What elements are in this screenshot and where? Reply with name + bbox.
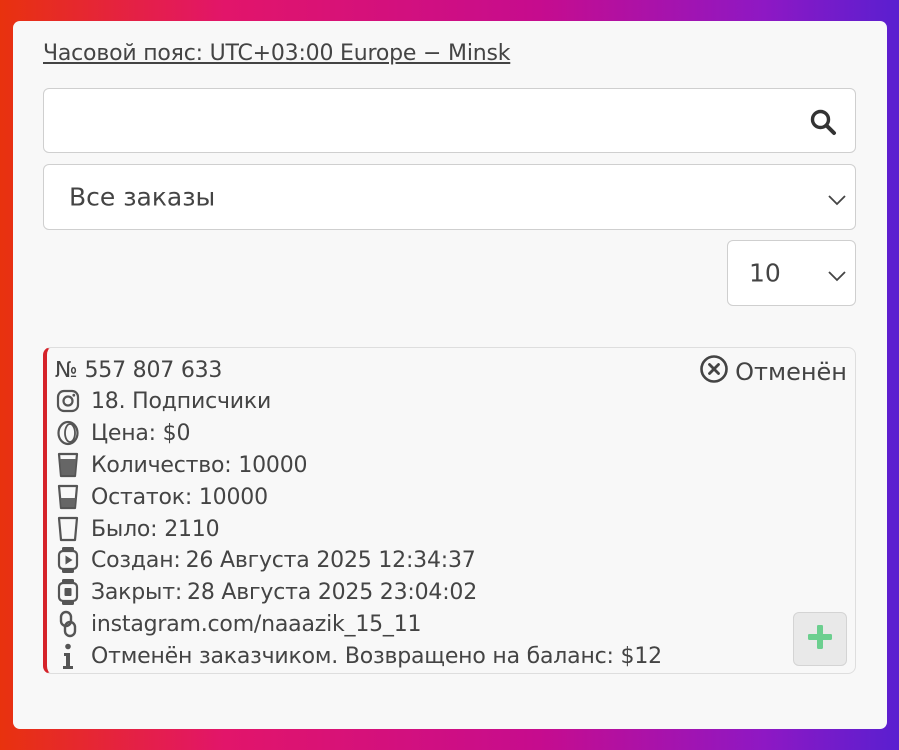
order-price-row: Цена: $0: [55, 418, 190, 448]
search-box: [43, 88, 856, 153]
order-remains: Остаток: 10000: [91, 484, 268, 510]
page-size-value: 10: [749, 258, 781, 288]
orders-panel: Часовой пояс: UTC+03:00 Europe − Minsk В…: [13, 21, 887, 729]
plus-icon: [807, 624, 833, 654]
order-created-value: 26 Августа 2025 12:34:37: [185, 547, 476, 573]
status-filter-select[interactable]: Все заказы: [43, 164, 856, 230]
order-service: 18. Подписчики: [91, 388, 272, 414]
watch-stop-icon: [55, 578, 81, 606]
page-size-select[interactable]: 10: [727, 240, 856, 306]
order-closed-label: Закрыт:: [91, 579, 183, 605]
watch-play-icon: [55, 546, 81, 574]
instagram-icon: [55, 387, 81, 415]
order-status-badge: Отменён: [699, 354, 847, 390]
cup-half-icon: [55, 483, 81, 511]
timezone-link[interactable]: Часовой пояс: UTC+03:00 Europe − Minsk: [43, 41, 510, 66]
order-created-label: Создан:: [91, 547, 181, 573]
cup-full-icon: [55, 451, 81, 479]
order-status-text: Отменён: [735, 358, 847, 386]
info-icon: [55, 642, 81, 670]
order-quantity-row: Количество: 10000: [55, 450, 308, 480]
search-icon[interactable]: [809, 108, 837, 136]
order-start-count: Было: 2110: [91, 516, 220, 542]
order-number: № 557 807 633: [55, 357, 223, 383]
coin-icon: [55, 419, 81, 447]
order-number-row: № 557 807 633: [55, 355, 222, 385]
search-input[interactable]: [44, 89, 794, 152]
order-service-row: 18. Подписчики: [55, 386, 271, 416]
link-icon: [55, 610, 81, 638]
order-note: Отменён заказчиком. Возвращено на баланс…: [91, 643, 662, 669]
order-start-count-row: Было: 2110: [55, 514, 220, 544]
order-price: Цена: $0: [91, 420, 191, 446]
add-order-button[interactable]: [793, 612, 847, 666]
chevron-down-icon: [827, 267, 847, 282]
order-card: Отменён № 557 807 633 18. Подписчики Цен…: [43, 347, 856, 674]
order-note-row: Отменён заказчиком. Возвращено на баланс…: [55, 641, 662, 671]
order-remains-row: Остаток: 10000: [55, 482, 268, 512]
status-filter-value: Все заказы: [69, 182, 216, 212]
order-closed-value: 28 Августа 2025 23:04:02: [187, 579, 478, 605]
order-created-row: Создан: 26 Августа 2025 12:34:37: [55, 545, 476, 575]
order-link[interactable]: instagram.com/naaazik_15_11: [91, 612, 422, 637]
cancel-circle-icon: [699, 354, 735, 390]
order-quantity: Количество: 10000: [91, 452, 308, 478]
cup-empty-icon: [55, 515, 81, 543]
order-closed-row: Закрыт: 28 Августа 2025 23:04:02: [55, 577, 477, 607]
chevron-down-icon: [827, 191, 847, 206]
order-link-row: instagram.com/naaazik_15_11: [55, 609, 422, 639]
